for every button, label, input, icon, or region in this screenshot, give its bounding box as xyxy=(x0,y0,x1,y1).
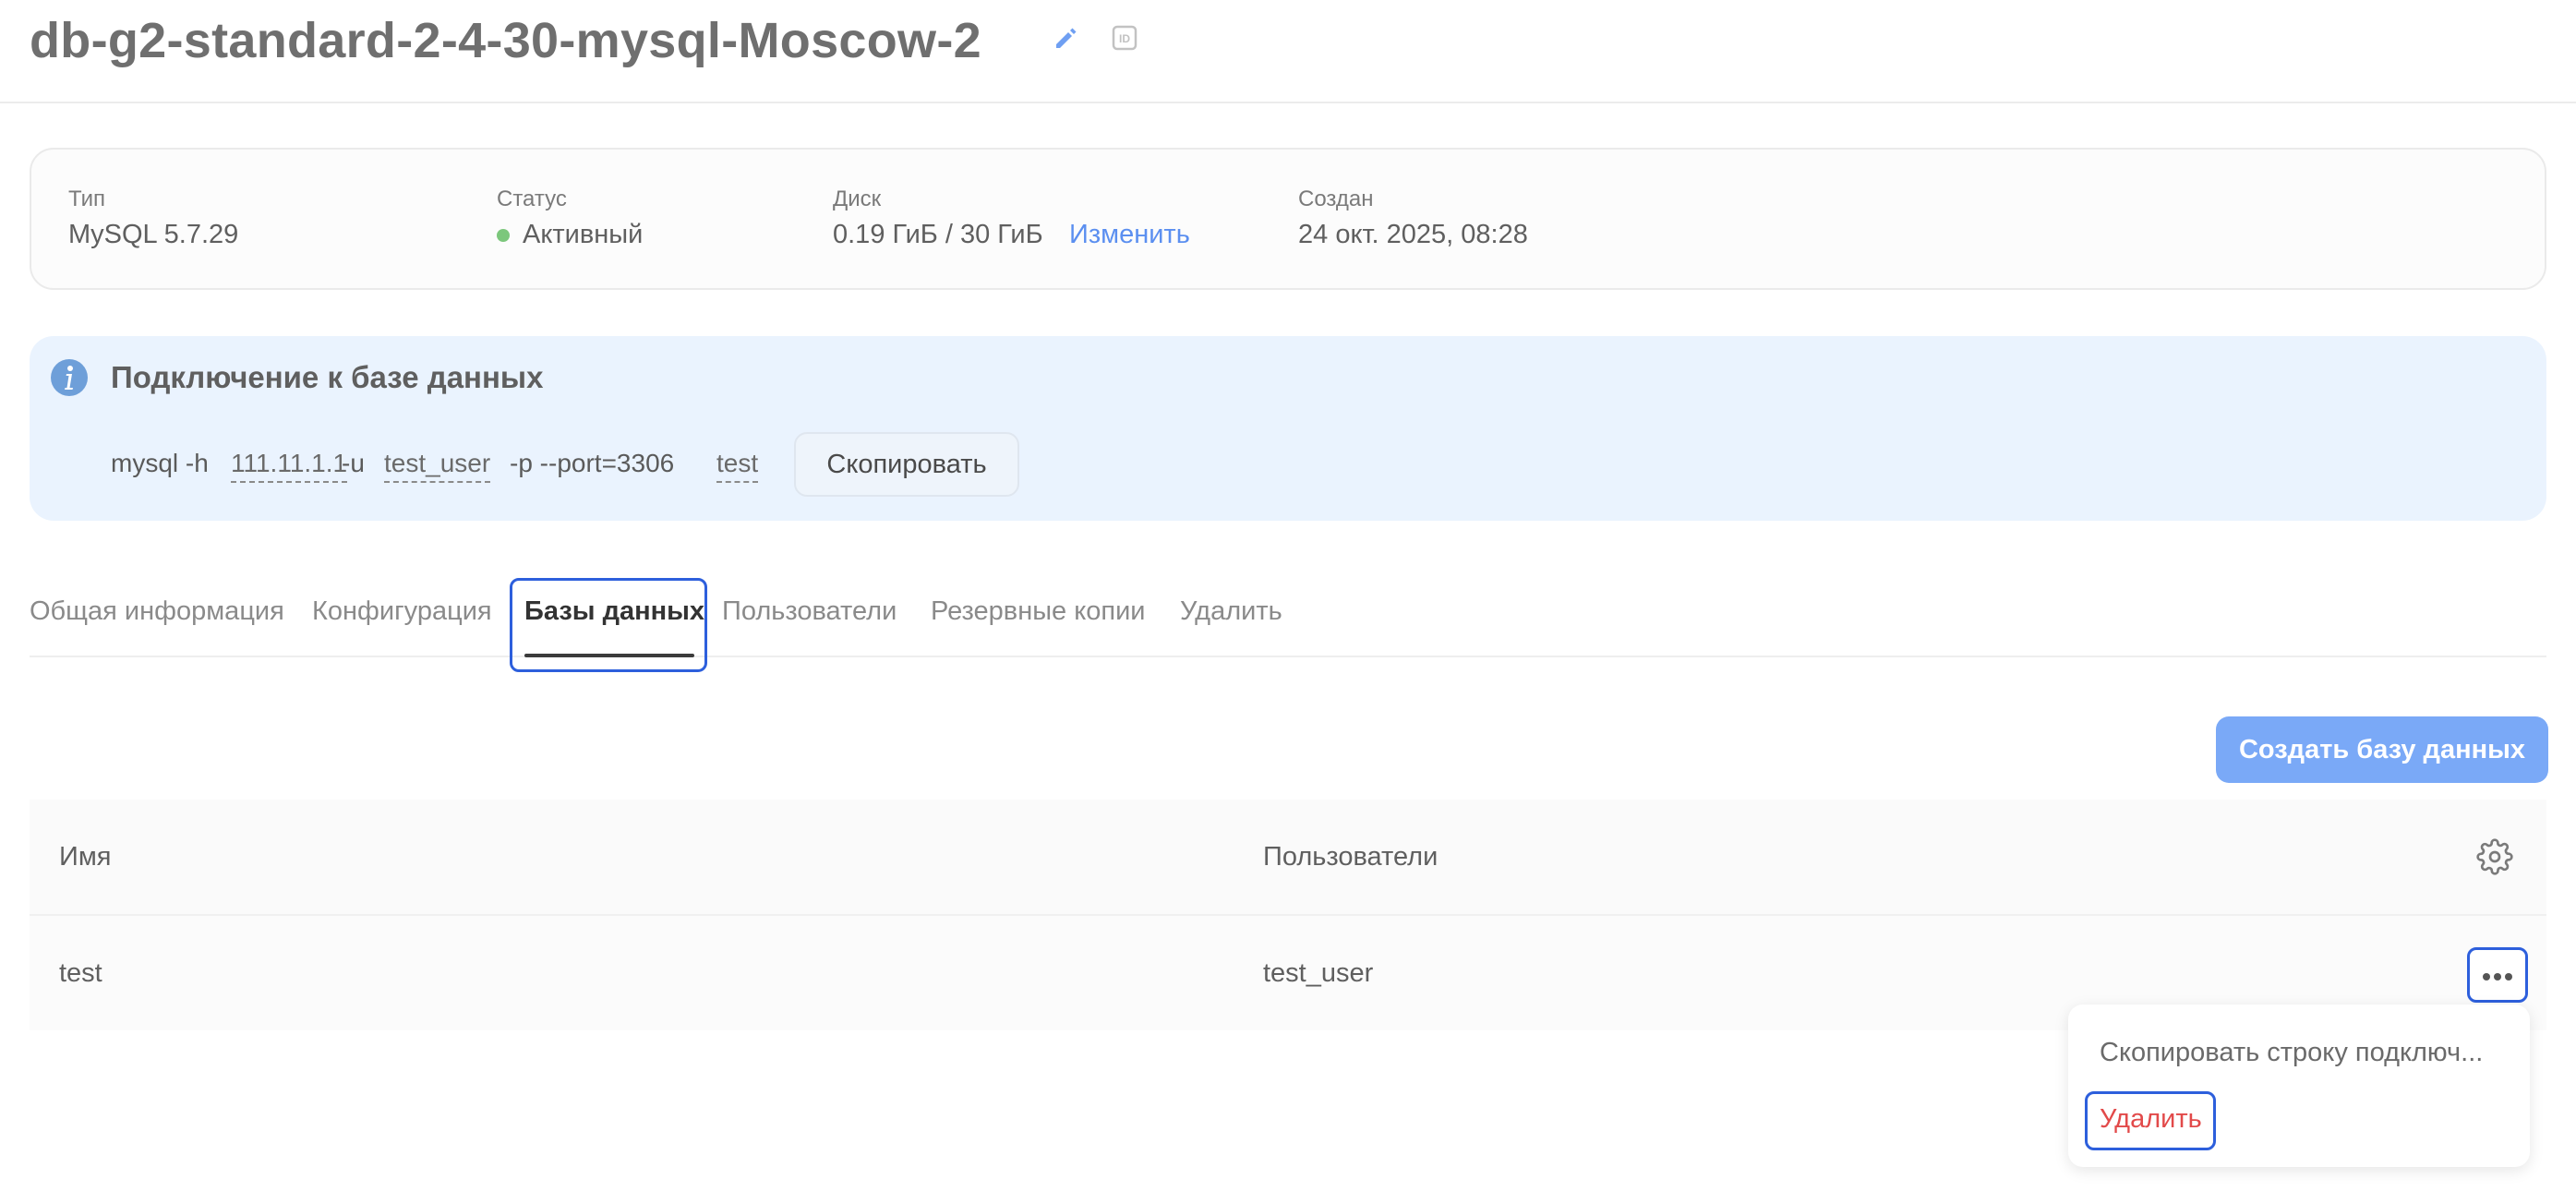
disk-label: Диск xyxy=(833,186,882,211)
copy-button[interactable]: Скопировать xyxy=(794,432,1019,497)
cmd-port: -p --port=3306 xyxy=(510,449,675,477)
tab-configuration[interactable]: Конфигурация xyxy=(312,596,492,627)
row-users-cell: test_user xyxy=(1263,958,1374,988)
page-title: db-g2-standard-2-4-30-mysql-Moscow-2 xyxy=(30,13,981,68)
header-divider xyxy=(0,102,2576,103)
tab-users[interactable]: Пользователи xyxy=(722,596,897,627)
connection-title: Подключение к базе данных xyxy=(111,360,544,394)
cmd-user[interactable]: test_user xyxy=(384,449,491,483)
tab-backups[interactable]: Резервные копии xyxy=(931,596,1145,627)
cmd-database[interactable]: test xyxy=(716,449,759,483)
column-header-name: Имя xyxy=(59,842,112,872)
cmd-host[interactable]: 111.11.1.1 xyxy=(231,449,348,483)
tabs-divider xyxy=(30,656,2546,657)
status-text: Активный xyxy=(523,220,644,249)
disk-value: 0.19 ГиБ / 30 ГиБ xyxy=(833,220,1043,249)
database-value: test xyxy=(716,449,759,483)
menu-item-copy-connection[interactable]: Скопировать строку подключ... xyxy=(2100,1038,2483,1068)
user-value: test_user xyxy=(384,449,491,483)
id-icon-label: ID xyxy=(1119,32,1130,45)
info-icon xyxy=(50,358,89,397)
more-horizontal-icon-dot xyxy=(2505,973,2512,980)
more-horizontal-icon xyxy=(2483,973,2490,980)
cmd-prefix: mysql -h xyxy=(111,449,209,477)
type-label: Тип xyxy=(68,186,106,211)
status-label: Статус xyxy=(497,186,567,211)
tab-general-info[interactable]: Общая информация xyxy=(30,596,284,627)
status-dot xyxy=(497,229,510,243)
tab-focus-frame xyxy=(510,578,707,672)
create-database-button[interactable]: Создать базу данных xyxy=(2216,716,2548,783)
menu-item-delete[interactable]: Удалить xyxy=(2100,1104,2202,1135)
more-horizontal-icon-dot xyxy=(2494,973,2501,980)
tab-delete[interactable]: Удалить xyxy=(1180,596,1282,627)
host-value: 111.11.1.1 xyxy=(231,449,348,483)
column-header-users: Пользователи xyxy=(1263,842,1438,872)
info-card xyxy=(30,148,2546,290)
row-name-cell: test xyxy=(59,958,102,988)
created-label: Создан xyxy=(1298,186,1374,211)
disk-change-link[interactable]: Изменить xyxy=(1069,220,1190,250)
row-actions-button[interactable] xyxy=(2467,947,2528,1003)
type-value: MySQL 5.7.29 xyxy=(68,220,239,249)
id-icon[interactable]: ID xyxy=(1112,25,1138,51)
status-value: Активный xyxy=(497,220,643,250)
edit-icon[interactable] xyxy=(1051,24,1080,54)
cmd-user-flag: -u xyxy=(342,449,365,477)
gear-icon[interactable] xyxy=(2476,838,2513,875)
created-value: 24 окт. 2025, 08:28 xyxy=(1298,220,1528,249)
